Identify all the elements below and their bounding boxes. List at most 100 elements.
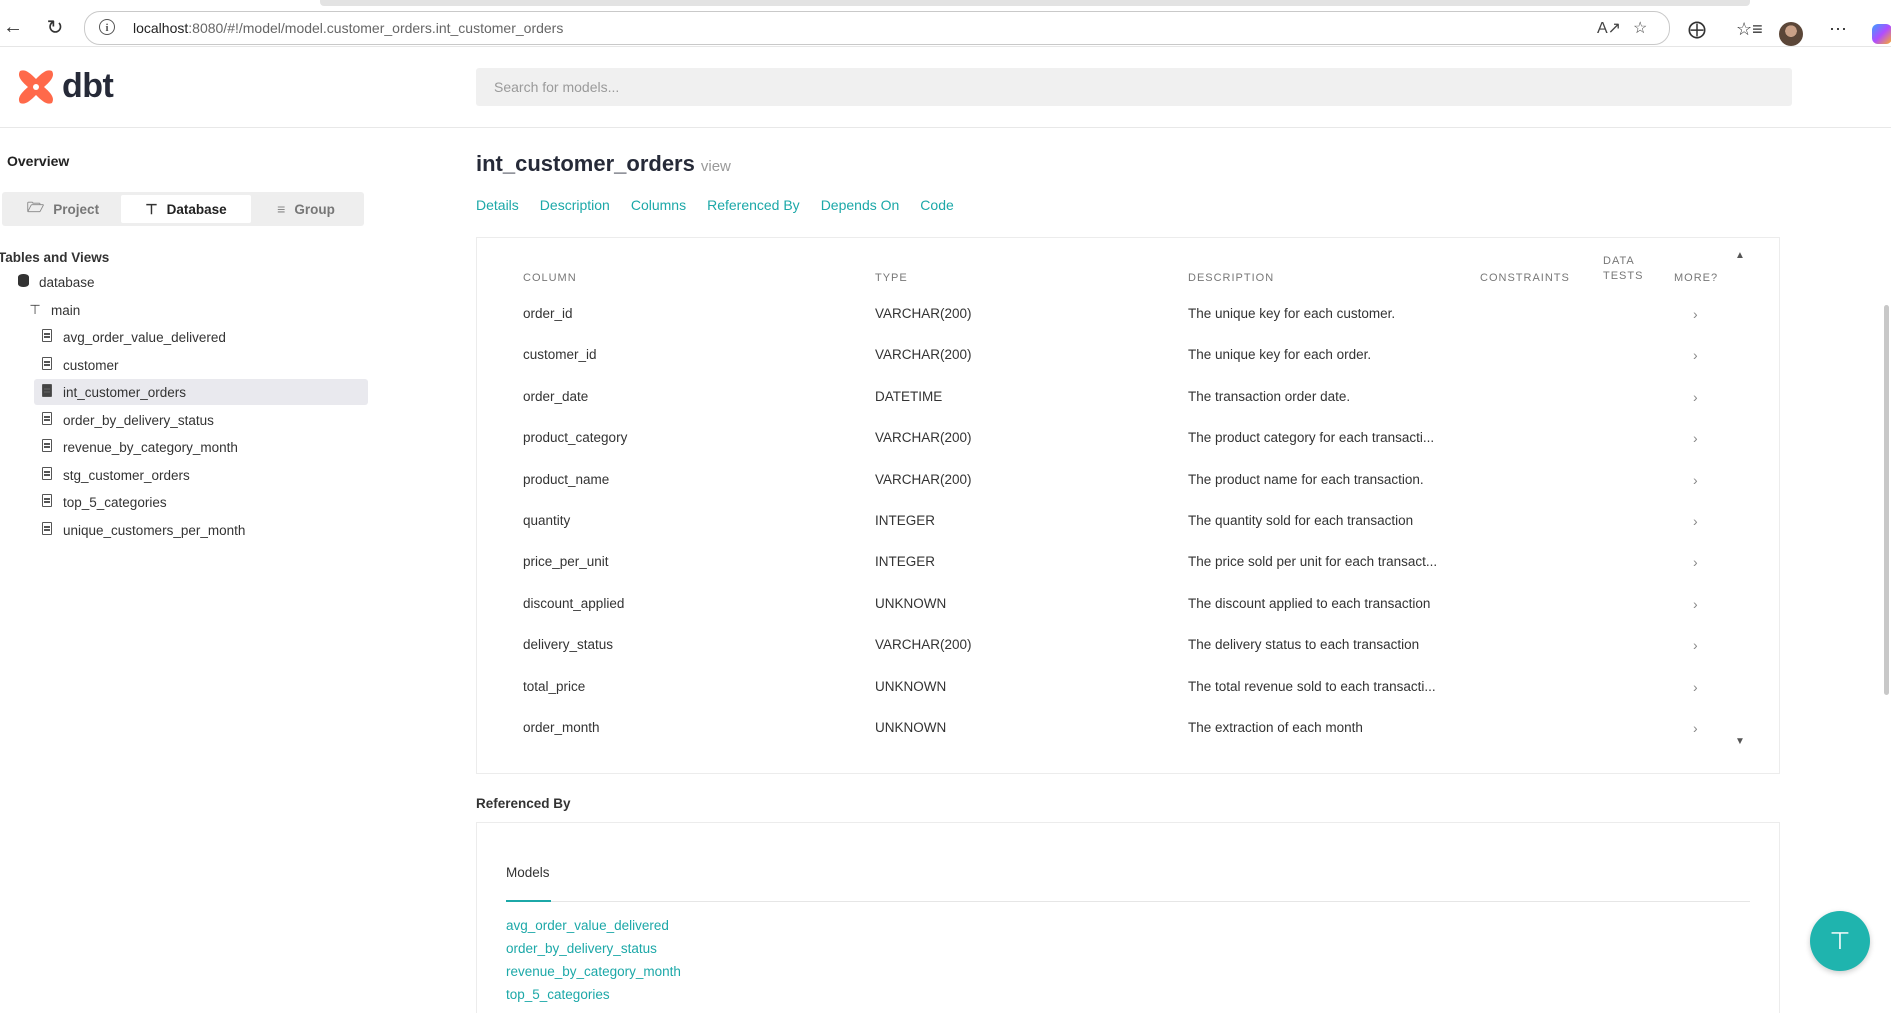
more-menu-icon[interactable]: ⋯: [1829, 19, 1847, 40]
file-icon: [38, 467, 56, 483]
overview-link[interactable]: Overview: [7, 153, 69, 169]
tree-model-item[interactable]: avg_order_value_delivered: [38, 324, 226, 350]
table-row[interactable]: delivery_status VARCHAR(200) The delivery …: [523, 625, 1733, 666]
cell-column: customer_id: [523, 347, 597, 362]
tab-details[interactable]: Details: [476, 197, 519, 213]
referenced-model-link[interactable]: top_5_categories: [506, 987, 610, 1002]
chevron-right-icon[interactable]: ›: [1693, 472, 1698, 488]
cell-type: VARCHAR(200): [875, 306, 972, 321]
page-scrollbar[interactable]: [1884, 305, 1889, 695]
lineage-tree-icon: ⊤: [1829, 927, 1851, 955]
tree-model-item[interactable]: customer: [38, 352, 119, 378]
read-aloud-icon[interactable]: A↗: [1597, 18, 1621, 38]
folder-icon: 🗁: [26, 199, 45, 215]
referenced-model-link[interactable]: order_by_delivery_status: [506, 941, 657, 956]
header-data-tests-line1: DATA: [1603, 255, 1635, 267]
extensions-icon[interactable]: ⨁: [1688, 19, 1706, 40]
cell-description: The product name for each transaction.: [1188, 472, 1424, 487]
referenced-model-link[interactable]: avg_order_value_delivered: [506, 918, 669, 933]
chevron-right-icon[interactable]: ›: [1693, 637, 1698, 653]
referenced-model-link[interactable]: revenue_by_category_month: [506, 964, 681, 979]
tab-description[interactable]: Description: [540, 197, 610, 213]
table-row[interactable]: product_name VARCHAR(200) The product name…: [523, 460, 1733, 501]
table-row[interactable]: customer_id VARCHAR(200) The unique key fo…: [523, 335, 1733, 376]
cell-column: total_price: [523, 679, 586, 694]
table-row[interactable]: order_month UNKNOWN The extraction of each…: [523, 708, 1733, 749]
tab-referenced-by[interactable]: Referenced By: [707, 197, 800, 213]
copilot-icon[interactable]: [1872, 24, 1891, 44]
chevron-right-icon[interactable]: ›: [1693, 554, 1698, 570]
tab-database[interactable]: ⊤ Database: [121, 195, 251, 223]
tab-group[interactable]: ≡ Group: [251, 195, 361, 223]
tab-project[interactable]: 🗁 Project: [5, 195, 121, 223]
tab-group-label: Group: [294, 201, 335, 217]
page-title: int_customer_orders view: [476, 151, 731, 177]
scroll-up-arrow-icon[interactable]: ▲: [1735, 250, 1745, 261]
table-row[interactable]: discount_applied UNKNOWN The discount appl…: [523, 584, 1733, 625]
back-icon[interactable]: ←: [0, 14, 26, 40]
chevron-right-icon[interactable]: ›: [1693, 430, 1698, 446]
favorites-icon[interactable]: ☆≡: [1736, 19, 1763, 40]
tree-model-item[interactable]: unique_customers_per_month: [38, 517, 245, 543]
table-row[interactable]: quantity INTEGER The quantity sold for eac…: [523, 501, 1733, 542]
tab-depends-on[interactable]: Depends On: [821, 197, 900, 213]
lineage-graph-button[interactable]: ⊤: [1810, 911, 1870, 971]
cell-type: UNKNOWN: [875, 596, 947, 611]
model-kind: view: [700, 158, 731, 175]
cell-description: The product category for each transacti.…: [1188, 430, 1435, 445]
file-icon: [38, 522, 56, 538]
chevron-right-icon[interactable]: ›: [1693, 306, 1698, 322]
tree-model-label: order_by_delivery_status: [63, 412, 214, 428]
chevron-right-icon[interactable]: ›: [1693, 389, 1698, 405]
tree-model-label: stg_customer_orders: [63, 467, 190, 483]
site-info-icon[interactable]: i: [99, 19, 115, 35]
model-search-input[interactable]: [476, 68, 1792, 106]
referenced-by-heading: Referenced By: [476, 796, 571, 811]
refresh-icon[interactable]: ↻: [42, 14, 68, 40]
tab-code[interactable]: Code: [920, 197, 953, 213]
file-icon: [38, 357, 56, 373]
chevron-right-icon[interactable]: ›: [1693, 720, 1698, 736]
tree-model-item[interactable]: top_5_categories: [38, 489, 167, 515]
chevron-right-icon[interactable]: ›: [1693, 679, 1698, 695]
table-row[interactable]: price_per_unit INTEGER The price sold per …: [523, 542, 1733, 583]
favorite-star-icon[interactable]: ☆: [1633, 18, 1647, 38]
cell-column: discount_applied: [523, 596, 625, 611]
tab-models[interactable]: Models: [506, 865, 550, 880]
chevron-right-icon[interactable]: ›: [1693, 596, 1698, 612]
database-icon: [14, 274, 32, 290]
tree-model-item[interactable]: stg_customer_orders: [38, 462, 190, 488]
scroll-down-arrow-icon[interactable]: ▼: [1735, 736, 1745, 747]
tree-model-item[interactable]: order_by_delivery_status: [38, 407, 214, 433]
cell-type: VARCHAR(200): [875, 430, 972, 445]
table-row[interactable]: product_category VARCHAR(200) The product …: [523, 418, 1733, 459]
tree-icon: ⊤: [145, 200, 158, 217]
cell-type: VARCHAR(200): [875, 637, 972, 652]
table-row[interactable]: total_price UNKNOWN The total revenue sold…: [523, 667, 1733, 708]
cell-type: VARCHAR(200): [875, 472, 972, 487]
active-tab[interactable]: [320, 0, 1750, 6]
cell-column: delivery_status: [523, 637, 614, 652]
chevron-right-icon[interactable]: ›: [1693, 513, 1698, 529]
tree-model-label: customer: [63, 357, 119, 373]
model-name: int_customer_orders: [476, 151, 695, 176]
chevron-right-icon[interactable]: ›: [1693, 347, 1698, 363]
header-description: DESCRIPTION: [1188, 272, 1275, 284]
tree-model-item-selected[interactable]: int_customer_orders: [34, 379, 368, 405]
cell-description: The total revenue sold to each transacti…: [1188, 679, 1436, 694]
tree-model-label: avg_order_value_delivered: [63, 329, 226, 345]
tree-model-label: revenue_by_category_month: [63, 439, 238, 455]
profile-avatar[interactable]: [1779, 22, 1803, 46]
address-bar[interactable]: i localhost:8080/#!/model/model.customer…: [84, 11, 1670, 45]
cell-column: quantity: [523, 513, 571, 528]
cell-type: UNKNOWN: [875, 679, 947, 694]
table-row[interactable]: order_id VARCHAR(200) The unique key for e…: [523, 294, 1733, 335]
sidebar: Overview 🗁 Project ⊤ Database ≡ Group Ta…: [0, 128, 380, 1002]
tree-schema-main[interactable]: ⊤ main: [26, 297, 80, 323]
dbt-logo[interactable]: dbt: [16, 67, 114, 106]
cell-description: The price sold per unit for each transac…: [1188, 554, 1438, 569]
table-row[interactable]: order_date DATETIME The transaction order …: [523, 377, 1733, 418]
tree-model-item[interactable]: revenue_by_category_month: [38, 434, 238, 460]
tab-columns[interactable]: Columns: [631, 197, 686, 213]
tree-database[interactable]: database: [14, 269, 95, 295]
